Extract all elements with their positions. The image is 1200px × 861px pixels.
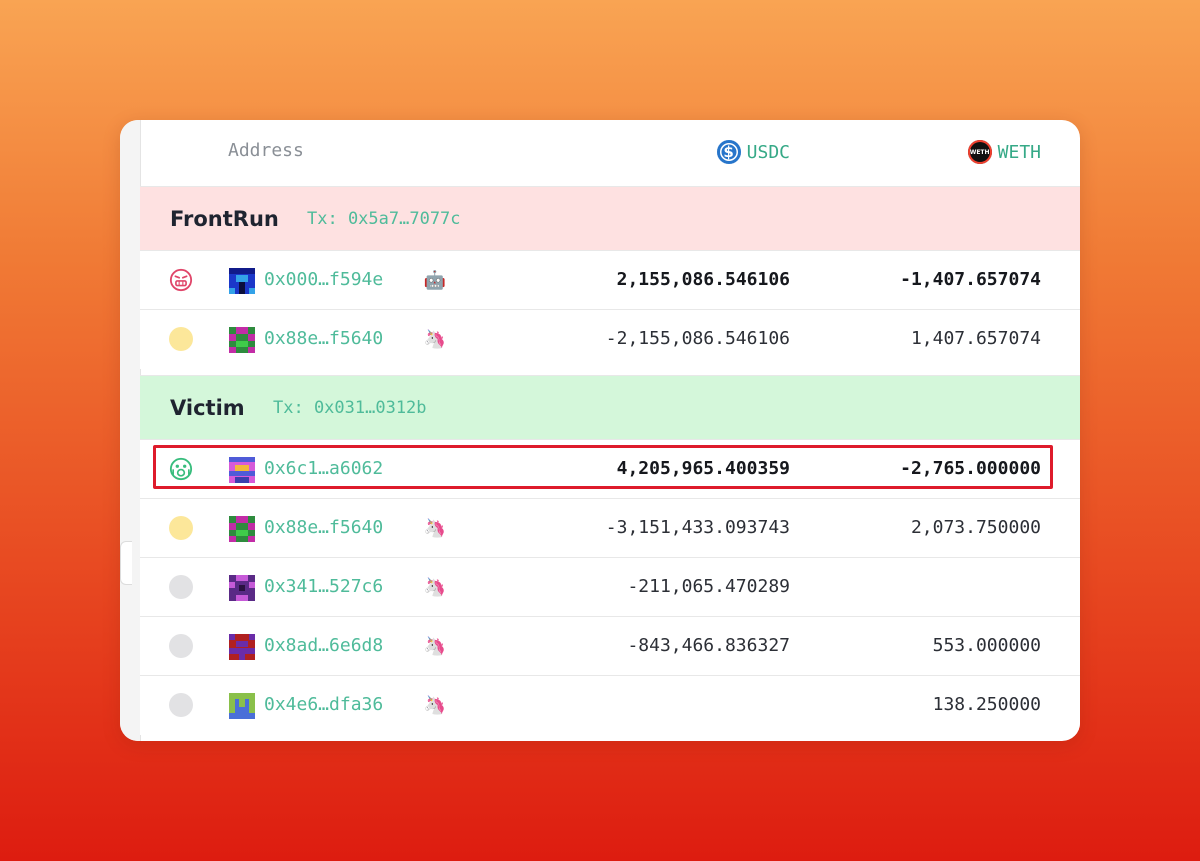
table-row: 0x341…527c6 🦄 -211,065.470289 [140, 557, 1080, 617]
angry-face-icon [169, 268, 193, 292]
usdc-amount: 4,205,965.400359 [616, 458, 790, 479]
weth-column-header[interactable]: WETH WETH [967, 140, 1041, 164]
unicorn-icon: 🦄 [423, 635, 447, 657]
table-header: Address $ USDC WETH WETH [140, 120, 1080, 186]
group-name: FrontRun [170, 207, 279, 231]
address-link[interactable]: 0x4e6…dfa36 [264, 694, 383, 715]
status-dot [169, 327, 193, 351]
address-link[interactable]: 0x88e…f5640 [264, 517, 383, 538]
unicorn-icon: 🦄 [423, 576, 447, 598]
unicorn-icon: 🦄 [423, 328, 447, 350]
address-link[interactable]: 0x88e…f5640 [264, 328, 383, 349]
table-row: 0x8ad…6e6d8 🦄 -843,466.836327 553.000000 [140, 616, 1080, 676]
robot-icon: 🤖 [423, 269, 447, 291]
usdc-amount: -3,151,433.093743 [605, 517, 790, 538]
weth-label: WETH [997, 141, 1041, 163]
table-row: 0x4e6…dfa36 🦄 138.250000 [140, 675, 1080, 735]
usdc-amount: -2,155,086.546106 [605, 328, 790, 349]
weth-amount: -2,765.000000 [900, 458, 1041, 479]
scared-face-icon [169, 457, 193, 481]
usdc-label: USDC [746, 141, 790, 163]
address-link[interactable]: 0x8ad…6e6d8 [264, 635, 383, 656]
address-link[interactable]: 0x6c1…a6062 [264, 458, 383, 479]
usdc-icon: $ [716, 140, 741, 164]
unicorn-icon: 🦄 [423, 694, 447, 716]
usdc-amount: -211,065.470289 [627, 576, 790, 597]
address-identicon [229, 575, 255, 601]
status-dot [169, 634, 193, 658]
transaction-card: Address $ USDC WETH WETH FrontRun Tx: 0x… [120, 120, 1080, 741]
weth-amount: 138.250000 [932, 694, 1041, 715]
group-tx-link[interactable]: Tx: 0x5a7…7077c [307, 209, 461, 229]
unicorn-icon: 🦄 [423, 517, 447, 539]
address-identicon [229, 457, 255, 483]
usdc-amount: 2,155,086.546106 [616, 269, 790, 290]
weth-icon: WETH [967, 140, 992, 164]
table-row: 0x6c1…a6062 4,205,965.400359 -2,765.0000… [140, 439, 1080, 499]
group-header-victim: Victim Tx: 0x031…0312b [140, 375, 1080, 440]
weth-amount: 1,407.657074 [910, 328, 1041, 349]
address-identicon [229, 268, 255, 294]
address-identicon [229, 634, 255, 660]
weth-amount: -1,407.657074 [900, 269, 1041, 290]
group-name: Victim [170, 396, 245, 420]
weth-amount: 553.000000 [932, 635, 1041, 656]
left-panel-edge [120, 120, 141, 741]
status-dot [169, 516, 193, 540]
status-dot [169, 693, 193, 717]
address-column-header: Address [228, 140, 304, 161]
usdc-column-header[interactable]: $ USDC [716, 140, 790, 164]
table-row: 0x000…f594e 🤖 2,155,086.546106 -1,407.65… [140, 250, 1080, 310]
usdc-amount: -843,466.836327 [627, 635, 790, 656]
address-link[interactable]: 0x000…f594e [264, 269, 383, 290]
group-header-frontrun: FrontRun Tx: 0x5a7…7077c [140, 186, 1080, 251]
table-row: 0x88e…f5640 🦄 -2,155,086.546106 1,407.65… [140, 309, 1080, 369]
collapse-handle[interactable] [120, 541, 132, 585]
group-tx-link[interactable]: Tx: 0x031…0312b [273, 398, 427, 418]
status-dot [169, 575, 193, 599]
weth-amount: 2,073.750000 [910, 517, 1041, 538]
address-identicon [229, 327, 255, 353]
address-identicon [229, 516, 255, 542]
address-link[interactable]: 0x341…527c6 [264, 576, 383, 597]
table-row: 0x88e…f5640 🦄 -3,151,433.093743 2,073.75… [140, 498, 1080, 558]
address-identicon [229, 693, 255, 719]
